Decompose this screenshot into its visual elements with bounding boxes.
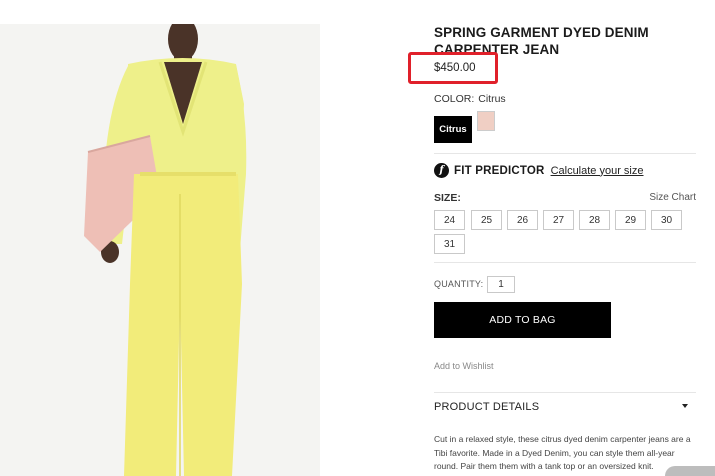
divider — [434, 392, 696, 393]
product-price: $450.00 — [434, 62, 476, 74]
color-row: COLOR: Citrus — [434, 93, 506, 105]
size-option-28[interactable]: 28 — [579, 210, 610, 230]
calculate-size-link[interactable]: Calculate your size — [551, 165, 644, 177]
quantity-label: QUANTITY: — [434, 279, 484, 289]
fit-predictor: f FIT PREDICTOR Calculate your size — [434, 163, 644, 178]
divider — [434, 262, 696, 263]
quantity-input[interactable] — [487, 276, 515, 293]
chat-widget-tab[interactable] — [665, 466, 715, 476]
model-illustration — [0, 24, 320, 476]
size-option-31[interactable]: 31 — [434, 234, 465, 254]
color-selected-value: Citrus — [478, 93, 506, 105]
swatch-pink[interactable] — [477, 111, 495, 131]
size-option-27[interactable]: 27 — [543, 210, 574, 230]
color-label: COLOR: — [434, 93, 475, 105]
size-label: SIZE: — [434, 192, 461, 204]
size-chart-link[interactable]: Size Chart — [649, 192, 696, 203]
product-image[interactable] — [0, 24, 320, 476]
f-logo-icon: f — [434, 163, 449, 178]
size-option-25[interactable]: 25 — [471, 210, 502, 230]
size-option-26[interactable]: 26 — [507, 210, 538, 230]
fit-predictor-title: FIT PREDICTOR — [454, 164, 545, 177]
chevron-down-icon[interactable] — [682, 404, 688, 408]
size-option-24[interactable]: 24 — [434, 210, 465, 230]
product-details-toggle[interactable]: PRODUCT DETAILS — [434, 401, 539, 413]
divider — [434, 153, 696, 154]
swatch-citrus[interactable]: Citrus — [434, 116, 472, 143]
size-option-29[interactable]: 29 — [615, 210, 646, 230]
size-option-30[interactable]: 30 — [651, 210, 682, 230]
product-details-text: Cut in a relaxed style, these citrus dye… — [434, 434, 691, 471]
add-to-bag-button[interactable]: ADD TO BAG — [434, 302, 611, 338]
add-to-wishlist-link[interactable]: Add to Wishlist — [434, 361, 494, 371]
swatch-citrus-label: Citrus — [439, 124, 467, 135]
